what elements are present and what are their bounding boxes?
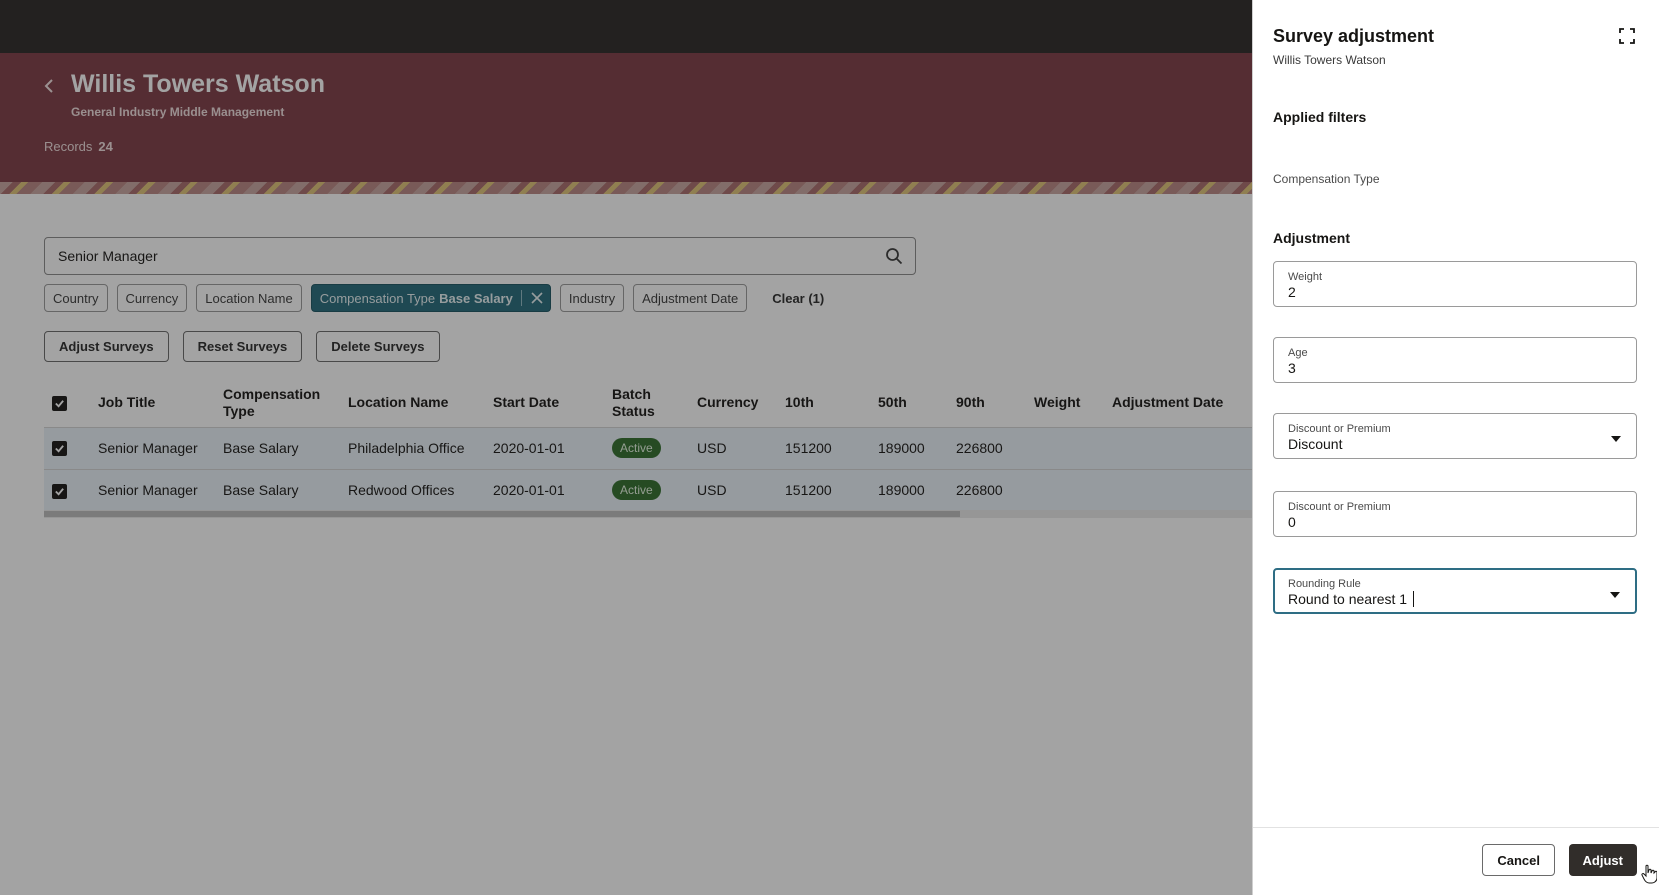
discount-select-label: Discount or Premium bbox=[1288, 423, 1391, 435]
rounding-rule-select[interactable]: Rounding Rule bbox=[1273, 568, 1637, 614]
age-field[interactable]: Age bbox=[1273, 337, 1637, 383]
weight-field[interactable]: Weight bbox=[1273, 261, 1637, 307]
chevron-down-icon[interactable] bbox=[1610, 431, 1622, 442]
text-cursor bbox=[1413, 591, 1414, 607]
applied-filters-heading: Applied filters bbox=[1273, 109, 1367, 125]
rounding-rule-value[interactable] bbox=[1288, 591, 1598, 607]
survey-adjustment-drawer: Survey adjustment Willis Towers Watson A… bbox=[1252, 0, 1659, 895]
drawer-title: Survey adjustment bbox=[1273, 26, 1435, 46]
chevron-down-icon[interactable] bbox=[1609, 587, 1621, 598]
weight-input[interactable] bbox=[1288, 284, 1598, 300]
modal-overlay[interactable] bbox=[0, 0, 1252, 895]
cancel-button[interactable]: Cancel bbox=[1482, 844, 1555, 876]
discount-value-label: Discount or Premium bbox=[1288, 501, 1391, 513]
hand-pointer-icon bbox=[1641, 864, 1658, 884]
weight-label: Weight bbox=[1288, 271, 1323, 283]
applied-filter-compensation-type: Compensation Type bbox=[1273, 172, 1380, 186]
main-app: Willis Towers Watson General Industry Mi… bbox=[0, 0, 1252, 895]
adjust-button[interactable]: Adjust bbox=[1568, 844, 1637, 876]
discount-value-input[interactable] bbox=[1288, 514, 1598, 530]
expand-icon[interactable] bbox=[1619, 28, 1635, 44]
discount-or-premium-select[interactable]: Discount or Premium bbox=[1273, 413, 1637, 459]
rounding-rule-label: Rounding Rule bbox=[1288, 578, 1361, 590]
discount-select-value[interactable] bbox=[1288, 436, 1598, 452]
drawer-footer: Cancel Adjust bbox=[1253, 827, 1659, 895]
adjustment-heading: Adjustment bbox=[1273, 230, 1350, 246]
drawer-subtitle: Willis Towers Watson bbox=[1273, 53, 1386, 67]
age-label: Age bbox=[1288, 347, 1308, 359]
discount-or-premium-field[interactable]: Discount or Premium bbox=[1273, 491, 1637, 537]
age-input[interactable] bbox=[1288, 360, 1598, 376]
